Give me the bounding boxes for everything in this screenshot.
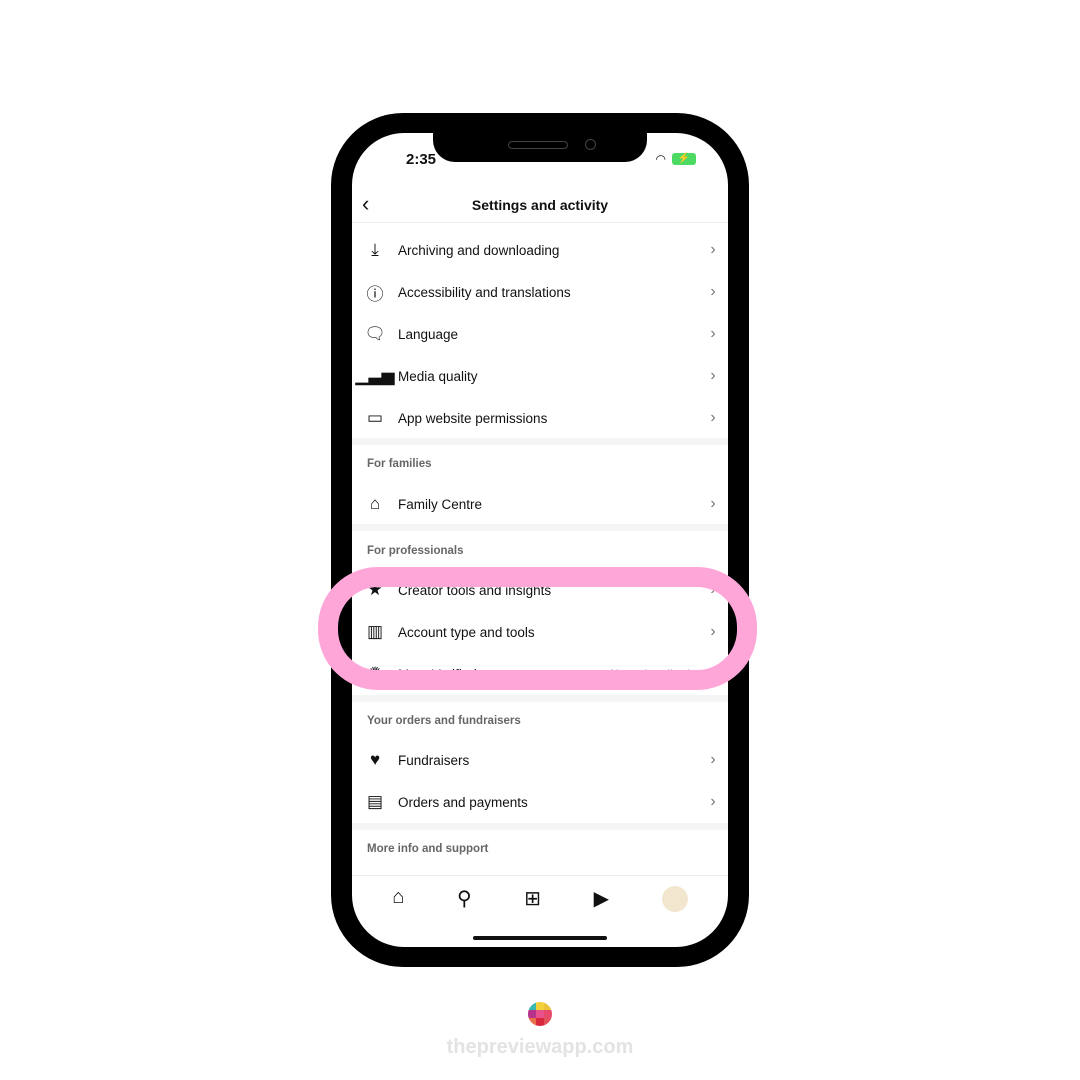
home-indicator [473,936,607,940]
divider [352,823,728,830]
chevron-right-icon: › [710,283,716,300]
search-icon[interactable]: ⚲ [457,886,472,947]
section-title: Your orders and fundraisers [367,715,521,727]
chevron-right-icon: › [710,751,716,768]
camera [585,139,596,150]
section-title: For families [367,458,432,470]
watermark-text: thepreviewapp.com [446,1036,634,1058]
status-time: 2:35 [406,151,437,168]
divider [352,695,728,702]
profile-avatar[interactable] [661,886,688,912]
row-orders[interactable]: ▤ Orders and payments › [352,781,728,823]
heart-circle-icon: ♥ [369,750,381,769]
page-title: Settings and activity [471,197,609,213]
chevron-right-icon: › [710,367,716,384]
header: ‹ Settings and activity [352,183,728,223]
phone-screen: 2:35 ◠ ⚡ ‹ Settings and activity ⤓ Archivi… [352,133,728,947]
wifi-icon: ◠ [655,152,666,166]
chevron-right-icon: › [710,409,716,426]
watermark-logo [528,1002,552,1026]
home-icon[interactable]: ⌂ [392,886,404,947]
chevron-right-icon: › [710,793,716,810]
receipt-icon: ▤ [366,792,384,811]
section-title: For professionals [367,545,464,557]
row-archiving[interactable]: ⤓ Archiving and downloading › [352,229,728,271]
row-family-centre[interactable]: ⌂ Family Centre › [352,483,728,525]
notch [433,133,647,162]
download-icon: ⤓ [371,240,379,259]
row-fundraisers[interactable]: ♥ Fundraisers › [352,739,728,781]
translate-icon: 🗨 [364,324,386,343]
battery-icon: ⚡ [672,153,696,165]
row-language[interactable]: 🗨 Language › [352,313,728,355]
row-app-permissions[interactable]: ▭ App website permissions › [352,397,728,439]
row-media-quality[interactable]: ▁▃▅ Media quality › [352,355,728,397]
chevron-right-icon: › [710,495,716,512]
divider [352,438,728,445]
family-home-icon: ⌂ [369,494,381,513]
row-accessibility[interactable]: ⓘ Accessibility and translations › [352,271,728,313]
speaker [508,141,568,149]
laptop-icon: ▭ [366,408,384,427]
accessibility-icon: ⓘ [366,284,384,304]
highlight-ring [318,567,757,690]
section-title: More info and support [367,843,489,855]
status-icons: ◠ ⚡ [656,152,696,166]
signal-bars-icon: ▁▃▅ [355,366,395,385]
chevron-right-icon: › [710,241,716,258]
chevron-right-icon: › [710,325,716,342]
divider [352,524,728,531]
